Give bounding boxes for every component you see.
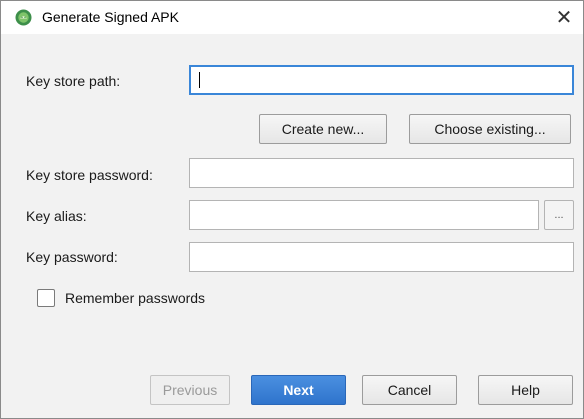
create-new-button[interactable]: Create new... [259,114,387,144]
android-studio-icon [15,9,32,26]
key-alias-label: Key alias: [26,208,87,224]
help-button[interactable]: Help [478,375,573,405]
previous-button[interactable]: Previous [150,375,230,405]
key-store-path-input[interactable] [189,65,574,95]
text-caret [199,72,200,88]
key-store-path-label-text: Key store path: [26,73,121,89]
dialog-title: Generate Signed APK [42,9,179,25]
key-store-password-input[interactable] [189,158,574,188]
close-icon: ✕ [555,6,573,29]
ellipsis-icon: ... [554,209,564,221]
choose-existing-button[interactable]: Choose existing... [409,114,571,144]
key-alias-browse-button[interactable]: ... [544,200,574,230]
title-bar: Generate Signed APK ✕ [1,1,583,34]
remember-passwords-checkbox[interactable] [37,289,55,307]
key-alias-input[interactable] [189,200,539,230]
remember-passwords-label[interactable]: Remember passwords [65,290,205,306]
close-button[interactable]: ✕ [551,4,577,30]
key-store-path-label: Key store path: [26,73,120,89]
key-password-label: Key password: [26,249,118,265]
generate-signed-apk-dialog: Generate Signed APK ✕ Key store path: Cr… [0,0,584,419]
cancel-button[interactable]: Cancel [362,375,457,405]
key-store-password-label: Key store password: [26,167,153,183]
key-password-input[interactable] [189,242,574,272]
next-button[interactable]: Next [251,375,346,405]
